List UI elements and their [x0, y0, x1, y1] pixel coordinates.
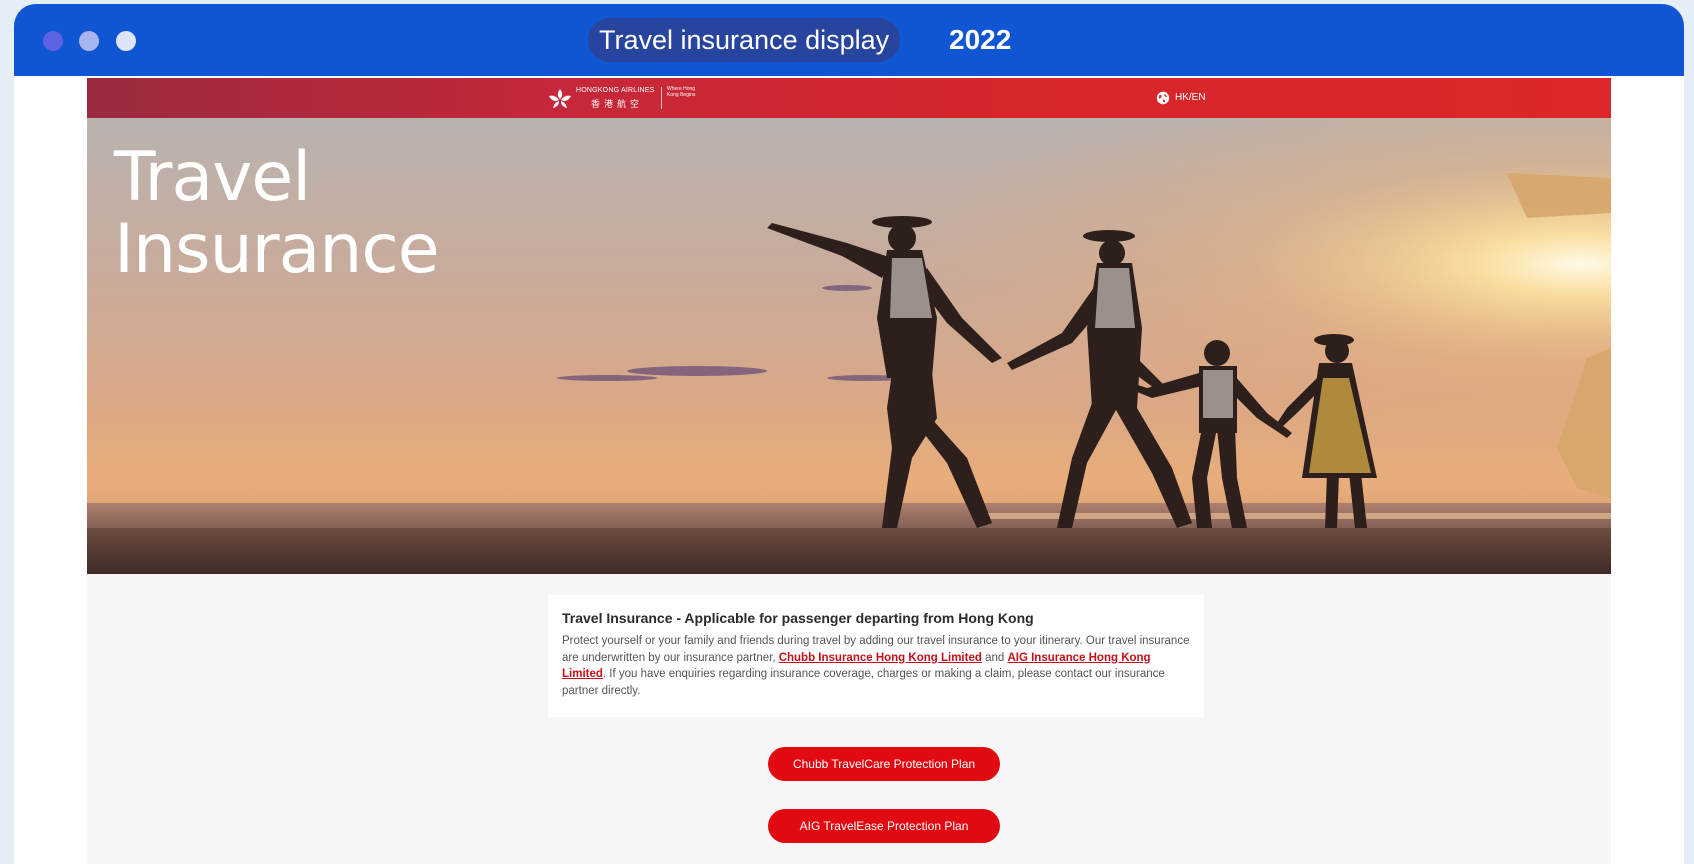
window-title: Travel insurance display	[588, 18, 901, 62]
info-text: . If you have enquiries regarding insura…	[562, 668, 1165, 697]
hero-title: Travel Insurance	[114, 138, 440, 289]
web-page: HONGKONG AIRLINES 香港航空 Where Hong Kong B…	[87, 78, 1611, 864]
aig-plan-button[interactable]: AIG TravelEase Protection Plan	[768, 809, 1000, 843]
site-navbar: HONGKONG AIRLINES 香港航空 Where Hong Kong B…	[87, 78, 1611, 118]
bauhinia-logo-icon	[549, 89, 571, 108]
window-titlebar: Travel insurance display 2022	[14, 4, 1684, 76]
hero-title-line1: Travel	[114, 138, 311, 217]
locale-label: HK/EN	[1175, 92, 1206, 103]
logo-divider	[661, 87, 662, 109]
info-heading: Travel Insurance - Applicable for passen…	[562, 610, 1034, 626]
globe-icon	[1156, 91, 1170, 105]
insurance-info-card: Travel Insurance - Applicable for passen…	[548, 595, 1204, 717]
window-control-dot[interactable]	[43, 31, 63, 51]
chubb-plan-button[interactable]: Chubb TravelCare Protection Plan	[768, 747, 1000, 781]
info-text: and	[981, 651, 1008, 664]
logo-tagline: Where Hong Kong Begins	[667, 86, 696, 98]
window-control-dot[interactable]	[116, 31, 136, 51]
hero-banner: Travel Insurance	[87, 118, 1611, 574]
app-window: Travel insurance display 2022 HONGKONG A…	[14, 4, 1684, 864]
logo-english-name: HONGKONG AIRLINES	[576, 87, 655, 94]
hero-title-line2: Insurance	[114, 210, 440, 289]
logo-chinese-name: 香港航空	[591, 99, 644, 109]
window-control-dot[interactable]	[79, 31, 99, 51]
info-paragraph: Protect yourself or your family and frie…	[562, 633, 1190, 699]
chubb-insurance-link[interactable]: Chubb Insurance Hong Kong Limited	[779, 652, 982, 664]
window-year: 2022	[949, 24, 1012, 55]
